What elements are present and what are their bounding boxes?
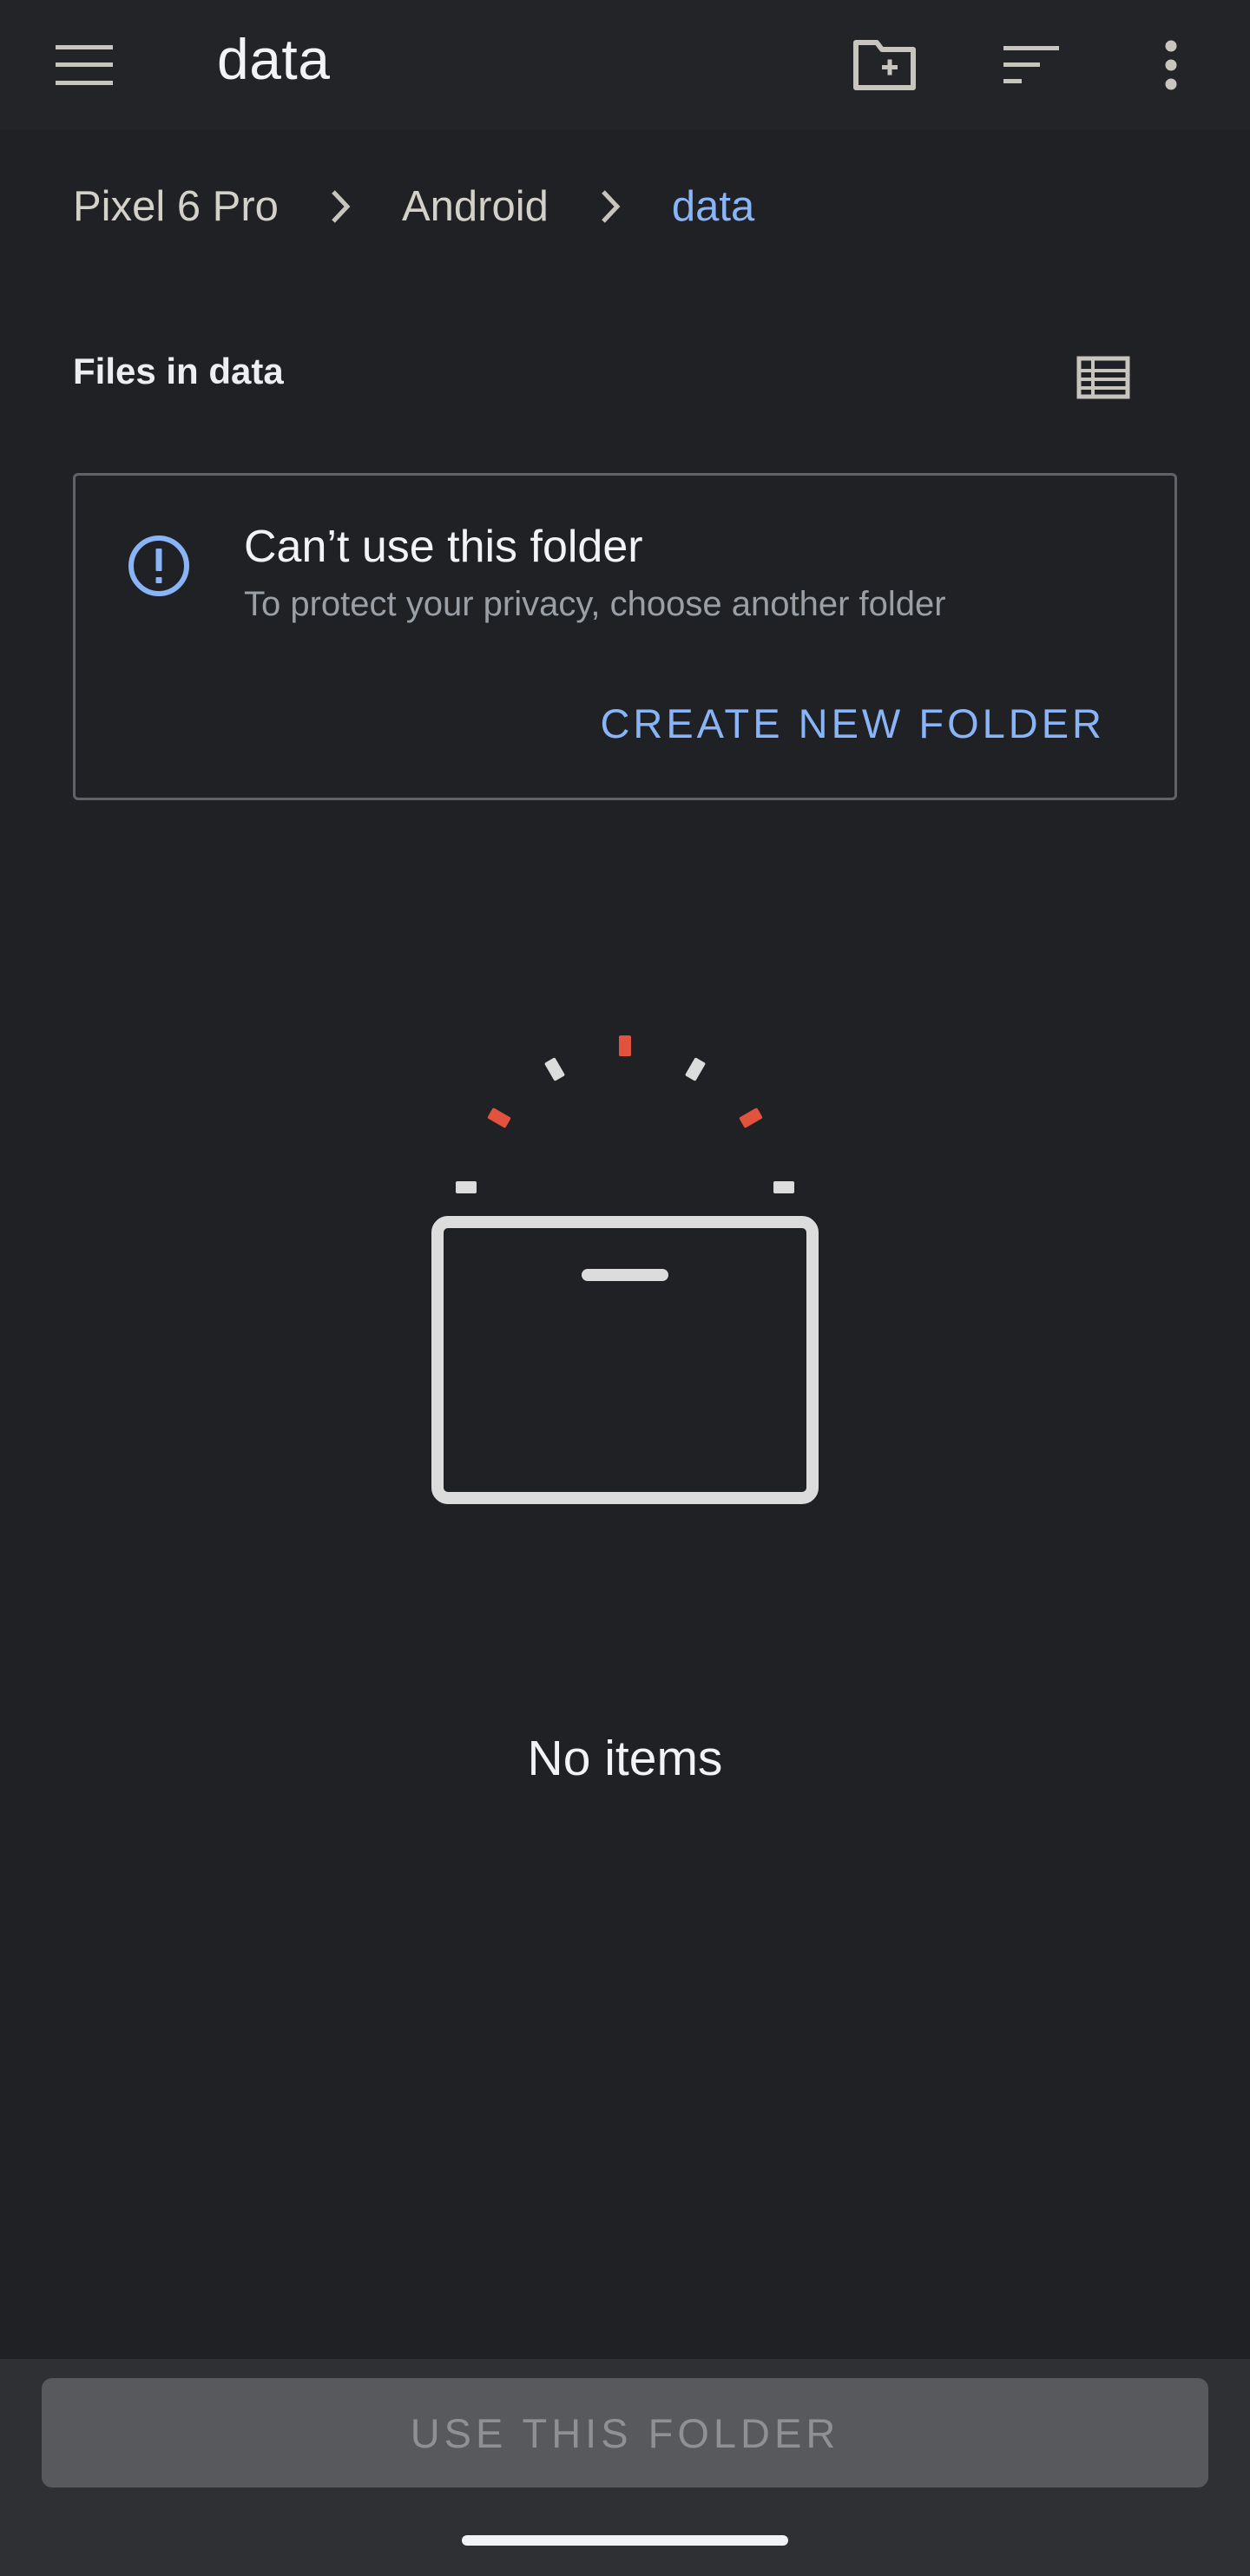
home-gesture-bar[interactable] bbox=[462, 2535, 788, 2546]
breadcrumb-item-pixel-6-pro[interactable]: Pixel 6 Pro bbox=[73, 174, 279, 240]
use-this-folder-button[interactable]: USE THIS FOLDER bbox=[42, 2378, 1208, 2487]
chevron-right-icon bbox=[549, 174, 672, 240]
file-picker-screen: data Pixel 6 Pro Android data Files in d… bbox=[0, 0, 1250, 2576]
page-title: data bbox=[217, 27, 331, 91]
info-alert-icon bbox=[126, 533, 192, 599]
top-app-bar: data bbox=[0, 0, 1250, 130]
empty-state-message: No items bbox=[527, 1731, 723, 1786]
chevron-right-icon bbox=[279, 174, 402, 240]
breadcrumb-item-android[interactable]: Android bbox=[402, 174, 549, 240]
sort-icon[interactable] bbox=[984, 17, 1079, 113]
breadcrumb: Pixel 6 Pro Android data bbox=[73, 174, 754, 240]
more-vert-icon[interactable] bbox=[1123, 17, 1219, 113]
cant-use-folder-card: Can’t use this folder To protect your pr… bbox=[73, 473, 1177, 800]
hamburger-menu-icon[interactable] bbox=[36, 17, 132, 113]
bottom-action-bar: USE THIS FOLDER bbox=[0, 2359, 1250, 2576]
empty-box-illustration bbox=[417, 1015, 833, 1510]
create-new-folder-button[interactable]: CREATE NEW FOLDER bbox=[600, 696, 1105, 752]
breadcrumb-item-data[interactable]: data bbox=[672, 174, 754, 240]
list-view-icon[interactable] bbox=[1056, 330, 1151, 425]
warning-subtitle: To protect your privacy, choose another … bbox=[244, 585, 946, 623]
new-folder-icon[interactable] bbox=[837, 17, 932, 113]
warning-title: Can’t use this folder bbox=[244, 522, 643, 572]
section-title: Files in data bbox=[73, 351, 284, 391]
